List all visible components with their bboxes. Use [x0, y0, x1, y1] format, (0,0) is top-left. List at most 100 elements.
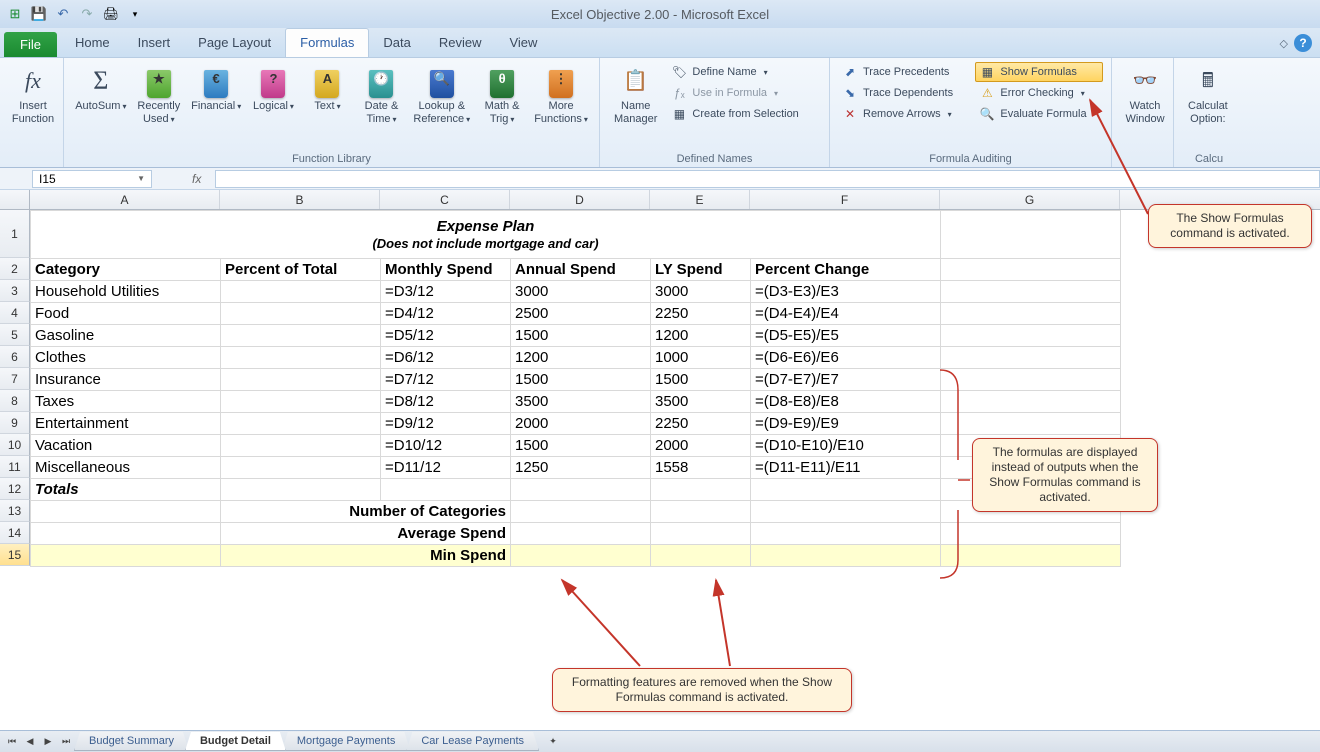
cell[interactable]: 2000: [651, 435, 751, 457]
row-header-3[interactable]: 3: [0, 280, 30, 302]
fx-label-icon[interactable]: fx: [192, 172, 201, 186]
cell[interactable]: [751, 523, 941, 545]
cell[interactable]: [941, 211, 1121, 259]
sheet-nav-prev-icon[interactable]: ◀: [22, 734, 38, 750]
cell[interactable]: 3000: [651, 281, 751, 303]
recently-used-button[interactable]: ★ Recently Used▾: [134, 62, 184, 127]
row-header-8[interactable]: 8: [0, 390, 30, 412]
error-checking-button[interactable]: ⚠Error Checking▾: [975, 83, 1103, 103]
cell[interactable]: [511, 501, 651, 523]
cell[interactable]: =(D3-E3)/E3: [751, 281, 941, 303]
cell[interactable]: [221, 413, 381, 435]
row-header-14[interactable]: 14: [0, 522, 30, 544]
row-header-12[interactable]: 12: [0, 478, 30, 500]
cell[interactable]: 3500: [651, 391, 751, 413]
tab-view[interactable]: View: [495, 29, 551, 57]
cell[interactable]: LY Spend: [651, 259, 751, 281]
cell[interactable]: =(D8-E8)/E8: [751, 391, 941, 413]
help-icon[interactable]: ?: [1294, 34, 1312, 52]
cell[interactable]: =(D9-E9)/E9: [751, 413, 941, 435]
cell[interactable]: 1500: [651, 369, 751, 391]
cell[interactable]: =(D6-E6)/E6: [751, 347, 941, 369]
row-header-1[interactable]: 1: [0, 210, 30, 258]
cell[interactable]: [941, 325, 1121, 347]
row-header-15[interactable]: 15: [0, 544, 30, 566]
create-from-selection-button[interactable]: ▦Create from Selection: [667, 104, 802, 124]
cell[interactable]: Vacation: [31, 435, 221, 457]
cell[interactable]: 1200: [651, 325, 751, 347]
tab-insert[interactable]: Insert: [124, 29, 185, 57]
cell[interactable]: Expense Plan(Does not include mortgage a…: [31, 211, 941, 259]
cell[interactable]: Percent Change: [751, 259, 941, 281]
col-header-G[interactable]: G: [940, 190, 1120, 209]
autosum-button[interactable]: Σ AutoSum▾: [72, 62, 130, 115]
cell[interactable]: Monthly Spend: [381, 259, 511, 281]
cell[interactable]: [651, 501, 751, 523]
trace-precedents-button[interactable]: ⬈Trace Precedents: [838, 62, 971, 82]
row-header-11[interactable]: 11: [0, 456, 30, 478]
text-button[interactable]: A Text▾: [302, 62, 352, 115]
show-formulas-button[interactable]: ▦Show Formulas: [975, 62, 1103, 82]
trace-dependents-button[interactable]: ⬊Trace Dependents: [838, 83, 971, 103]
cell[interactable]: =(D10-E10)/E10: [751, 435, 941, 457]
cell[interactable]: 1200: [511, 347, 651, 369]
col-header-E[interactable]: E: [650, 190, 750, 209]
cell[interactable]: [221, 435, 381, 457]
row-header-13[interactable]: 13: [0, 500, 30, 522]
cell[interactable]: =D11/12: [381, 457, 511, 479]
watch-window-button[interactable]: 👓 Watch Window: [1120, 62, 1170, 127]
cell[interactable]: =(D11-E11)/E11: [751, 457, 941, 479]
cell[interactable]: 2500: [511, 303, 651, 325]
cell[interactable]: [31, 545, 221, 567]
sheet-tab[interactable]: Budget Detail: [185, 732, 286, 751]
cell[interactable]: [221, 457, 381, 479]
cell[interactable]: Entertainment: [31, 413, 221, 435]
cell[interactable]: [751, 479, 941, 501]
row-header-7[interactable]: 7: [0, 368, 30, 390]
cell[interactable]: =(D5-E5)/E5: [751, 325, 941, 347]
sheet-nav-last-icon[interactable]: ⏭: [58, 734, 74, 750]
excel-icon[interactable]: ⊞: [4, 3, 26, 25]
more-functions-button[interactable]: ⋮ More Functions▾: [531, 62, 591, 127]
cell[interactable]: [511, 523, 651, 545]
insert-function-button[interactable]: fx Insert Function: [8, 62, 58, 127]
cell[interactable]: Totals: [31, 479, 221, 501]
cell[interactable]: =D3/12: [381, 281, 511, 303]
cell[interactable]: [941, 391, 1121, 413]
cell[interactable]: Gasoline: [31, 325, 221, 347]
cell[interactable]: 1000: [651, 347, 751, 369]
cell[interactable]: [221, 325, 381, 347]
tab-data[interactable]: Data: [369, 29, 424, 57]
define-name-button[interactable]: 🏷Define Name▾: [667, 62, 802, 82]
math-trig-button[interactable]: θ Math & Trig▾: [477, 62, 527, 127]
cell[interactable]: 3000: [511, 281, 651, 303]
sheet-nav-next-icon[interactable]: ▶: [40, 734, 56, 750]
cell[interactable]: 1558: [651, 457, 751, 479]
tab-review[interactable]: Review: [425, 29, 496, 57]
cell[interactable]: Average Spend: [221, 523, 511, 545]
lookup-reference-button[interactable]: 🔍 Lookup & Reference▾: [410, 62, 473, 127]
col-header-D[interactable]: D: [510, 190, 650, 209]
cell[interactable]: [941, 413, 1121, 435]
redo-icon[interactable]: ↷: [76, 3, 98, 25]
date-time-button[interactable]: 🕐 Date & Time▾: [356, 62, 406, 127]
cell[interactable]: [651, 479, 751, 501]
cell[interactable]: [651, 545, 751, 567]
cell[interactable]: Annual Spend: [511, 259, 651, 281]
cell[interactable]: [941, 369, 1121, 391]
cell[interactable]: Miscellaneous: [31, 457, 221, 479]
sheet-tab[interactable]: Budget Summary: [74, 732, 189, 751]
cell[interactable]: [221, 281, 381, 303]
cell[interactable]: [221, 369, 381, 391]
cell[interactable]: Clothes: [31, 347, 221, 369]
sheet-tab[interactable]: Car Lease Payments: [406, 732, 539, 751]
cell[interactable]: [941, 281, 1121, 303]
cell[interactable]: 2250: [651, 413, 751, 435]
minimize-ribbon-icon[interactable]: ◇: [1280, 37, 1288, 50]
cell[interactable]: =D6/12: [381, 347, 511, 369]
tab-formulas[interactable]: Formulas: [285, 28, 369, 57]
tab-page-layout[interactable]: Page Layout: [184, 29, 285, 57]
col-header-A[interactable]: A: [30, 190, 220, 209]
cell[interactable]: 1250: [511, 457, 651, 479]
file-tab[interactable]: File: [4, 32, 57, 57]
